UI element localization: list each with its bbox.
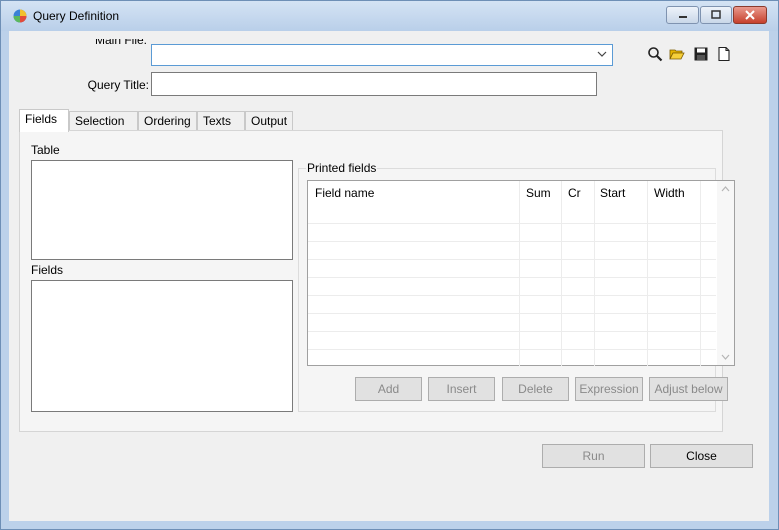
fields-listbox[interactable] [31, 280, 293, 412]
insert-button[interactable]: Insert [428, 377, 495, 401]
scroll-down-icon[interactable] [721, 354, 730, 360]
fields-tab-panel: Table Fields Printed fields Field name S… [19, 130, 735, 432]
table-label: Table [31, 143, 60, 157]
column-header-start[interactable]: Start [600, 186, 625, 200]
grid-column-divider [700, 181, 701, 366]
printed-fields-grid[interactable]: Field name Sum Cr Start Width [307, 180, 735, 366]
open-folder-icon[interactable] [669, 46, 685, 62]
query-definition-window: Query Definition Main File: Query Title:… [0, 0, 779, 530]
grid-row-divider [308, 223, 716, 224]
search-icon[interactable] [647, 46, 663, 62]
grid-row-divider [308, 349, 716, 350]
grid-column-divider [561, 181, 562, 366]
printed-fields-label: Printed fields [306, 161, 378, 175]
delete-button[interactable]: Delete [502, 377, 569, 401]
main-file-label: Main File: [95, 39, 147, 47]
grid-row-divider [308, 277, 716, 278]
grid-row-divider [308, 295, 716, 296]
query-title-input[interactable] [151, 72, 597, 96]
expression-button[interactable]: Expression [575, 377, 643, 401]
tab-fields[interactable]: Fields [19, 109, 69, 132]
column-header-field-name[interactable]: Field name [315, 186, 374, 200]
restore-icon [711, 10, 721, 19]
query-title-label: Query Title: [87, 78, 149, 92]
adjust-below-button[interactable]: Adjust below [649, 377, 728, 401]
grid-column-divider [594, 181, 595, 366]
minimize-icon [678, 16, 687, 18]
close-button[interactable]: Close [650, 444, 753, 468]
main-file-combobox[interactable] [151, 44, 613, 66]
window-title: Query Definition [33, 9, 120, 23]
column-header-cr[interactable]: Cr [568, 186, 581, 200]
grid-column-divider [519, 181, 520, 366]
tab-selection[interactable]: Selection [69, 111, 138, 130]
new-document-icon[interactable] [716, 46, 732, 62]
grid-row-divider [308, 259, 716, 260]
grid-column-divider [647, 181, 648, 366]
tab-texts[interactable]: Texts [197, 111, 245, 130]
grid-row-divider [308, 331, 716, 332]
dialog-client-area: Main File: Query Title: Fields Selection… [9, 31, 769, 521]
table-listbox[interactable] [31, 160, 293, 260]
tab-ordering[interactable]: Ordering [138, 111, 197, 130]
app-icon [13, 9, 27, 23]
grid-row-divider [308, 241, 716, 242]
printed-fields-group: Field name Sum Cr Start Width Add Insert… [298, 168, 735, 412]
column-header-sum[interactable]: Sum [526, 186, 551, 200]
fields-label: Fields [31, 263, 64, 277]
add-button[interactable]: Add [355, 377, 422, 401]
minimize-button[interactable] [666, 6, 699, 24]
grid-row-divider [308, 313, 716, 314]
tab-output[interactable]: Output [245, 111, 293, 130]
title-bar[interactable]: Query Definition [1, 1, 778, 31]
run-button[interactable]: Run [542, 444, 645, 468]
save-icon[interactable] [693, 46, 709, 62]
column-header-width[interactable]: Width [654, 186, 685, 200]
close-window-button[interactable] [733, 6, 767, 24]
restore-button[interactable] [700, 6, 732, 24]
chevron-down-icon[interactable] [597, 49, 607, 59]
close-icon [745, 10, 755, 20]
grid-vertical-scrollbar[interactable] [717, 181, 734, 365]
scroll-up-icon[interactable] [721, 186, 730, 192]
